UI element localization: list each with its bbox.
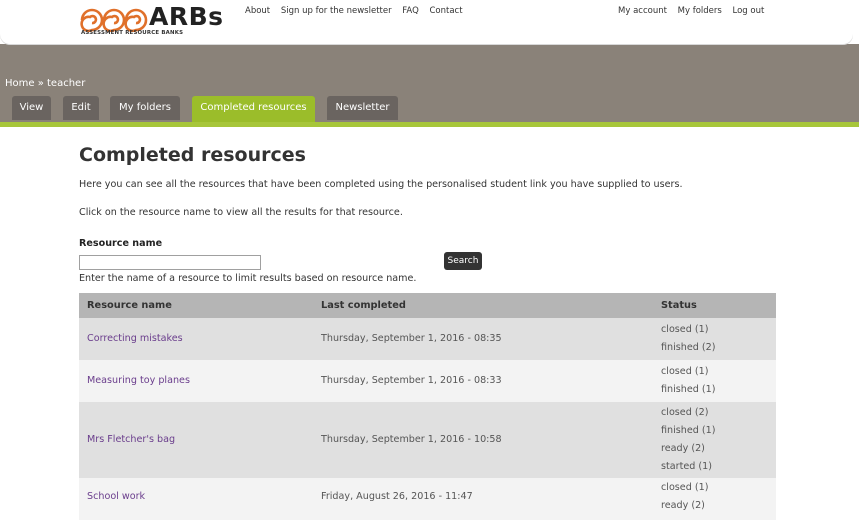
status-item: closed (2) <box>661 407 709 418</box>
status-list: closed (1) finished (1) <box>661 363 716 399</box>
nav-contact-link[interactable]: Contact <box>429 6 462 16</box>
nav-my-account-link[interactable]: My account <box>618 6 667 16</box>
last-completed-date: Thursday, September 1, 2016 - 10:58 <box>321 434 502 445</box>
arbs-logo[interactable]: ARBs ASSESSMENT RESOURCE BANKS <box>80 2 230 38</box>
table-header: Resource name Last completed Status <box>79 293 776 318</box>
status-item: ready (2) <box>661 500 705 511</box>
status-item: finished (1) <box>661 425 716 436</box>
top-nav-right: My account My folders Log out <box>618 6 772 16</box>
status-item: closed (1) <box>661 366 709 377</box>
page-title: Completed resources <box>79 144 306 166</box>
resource-link[interactable]: Correcting mistakes <box>87 333 183 344</box>
results-table: Resource name Last completed Status Corr… <box>79 293 776 520</box>
status-item: started (1) <box>661 461 712 472</box>
resource-link[interactable]: Measuring toy planes <box>87 375 190 386</box>
status-item: closed (1) <box>661 482 709 493</box>
column-header-last-completed[interactable]: Last completed <box>321 293 406 318</box>
top-nav-left: About Sign up for the newsletter FAQ Con… <box>245 6 471 16</box>
nav-newsletter-signup-link[interactable]: Sign up for the newsletter <box>281 6 392 16</box>
table-row: Correcting mistakes Thursday, September … <box>79 318 776 360</box>
resource-name-description: Enter the name of a resource to limit re… <box>79 273 417 284</box>
tab-edit[interactable]: Edit <box>63 96 99 120</box>
status-item: finished (1) <box>661 384 716 395</box>
intro-text: Here you can see all the resources that … <box>79 179 683 190</box>
breadcrumb[interactable]: Home » teacher <box>5 78 85 89</box>
nav-log-out-link[interactable]: Log out <box>733 6 765 16</box>
status-list: closed (2) finished (1) ready (2) starte… <box>661 404 716 476</box>
tab-view[interactable]: View <box>12 96 51 120</box>
table-row: Measuring toy planes Thursday, September… <box>79 360 776 402</box>
resource-link[interactable]: School work <box>87 491 145 502</box>
last-completed-date: Thursday, September 1, 2016 - 08:35 <box>321 333 502 344</box>
tab-underline <box>0 122 859 127</box>
status-list: closed (1) finished (2) <box>661 321 716 357</box>
resource-link[interactable]: Mrs Fletcher's bag <box>87 434 175 445</box>
nav-my-folders-link[interactable]: My folders <box>678 6 722 16</box>
column-header-status[interactable]: Status <box>661 293 697 318</box>
swirl-logo-icon <box>80 8 148 32</box>
table-row: Mrs Fletcher's bag Thursday, September 1… <box>79 402 776 478</box>
status-list: closed (1) ready (2) <box>661 479 708 515</box>
nav-faq-link[interactable]: FAQ <box>402 6 418 16</box>
last-completed-date: Thursday, September 1, 2016 - 08:33 <box>321 375 502 386</box>
resource-name-label: Resource name <box>79 238 163 249</box>
table-row: School work Friday, August 26, 2016 - 11… <box>79 478 776 520</box>
tab-completed-resources[interactable]: Completed resources <box>192 96 315 122</box>
status-item: finished (2) <box>661 342 716 353</box>
resource-name-input[interactable] <box>79 255 261 270</box>
last-completed-date: Friday, August 26, 2016 - 11:47 <box>321 491 473 502</box>
column-header-resource-name[interactable]: Resource name <box>87 293 172 318</box>
tab-my-folders[interactable]: My folders <box>110 96 180 120</box>
instruction-text: Click on the resource name to view all t… <box>79 207 403 218</box>
tab-newsletter[interactable]: Newsletter <box>327 96 398 120</box>
logo-text: ARBs <box>149 2 224 31</box>
status-item: closed (1) <box>661 324 709 335</box>
status-item: ready (2) <box>661 443 705 454</box>
nav-about-link[interactable]: About <box>245 6 270 16</box>
logo-subtitle: ASSESSMENT RESOURCE BANKS <box>81 30 184 36</box>
search-button[interactable]: Search <box>444 252 482 270</box>
top-bar: ARBs ASSESSMENT RESOURCE BANKS About Sig… <box>0 0 853 44</box>
